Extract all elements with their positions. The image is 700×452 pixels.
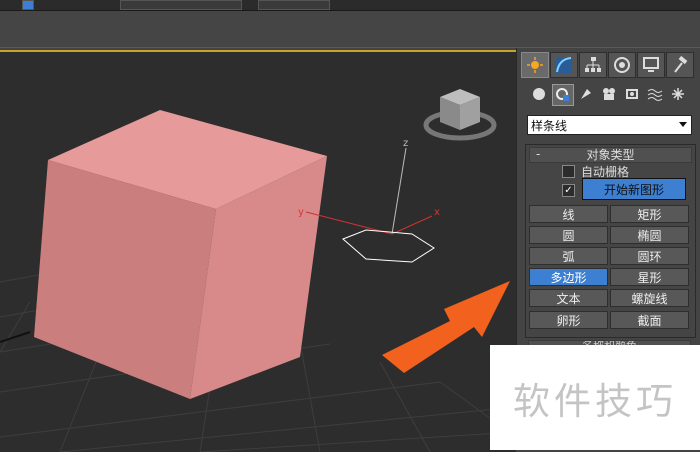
sun-icon — [527, 57, 543, 73]
object-type-rollout: - 对象类型 自动栅格 ✓ 开始新图形 线 矩形 圆 椭圆 弧 圆环 多边形 星… — [525, 144, 696, 338]
category-dropdown[interactable]: 样条线 — [527, 115, 692, 135]
helpers-subcategory[interactable] — [622, 84, 642, 104]
start-new-shape-button[interactable]: 开始新图形 — [582, 178, 686, 200]
shapes-icon — [556, 88, 569, 101]
star-button[interactable]: 星形 — [610, 268, 689, 286]
category-dropdown-value: 样条线 — [531, 119, 568, 133]
object-type-title: 对象类型 — [586, 148, 635, 162]
cameras-subcategory[interactable] — [599, 84, 619, 104]
hierarchy-tab[interactable] — [579, 52, 607, 78]
camera-icon — [603, 88, 615, 100]
x-axis-line — [391, 215, 433, 235]
arc-button[interactable]: 弧 — [529, 247, 608, 265]
wave-icon — [647, 89, 663, 101]
z-axis-line — [391, 147, 407, 235]
toolbar-button[interactable] — [22, 0, 34, 10]
toolbar-dropdown[interactable] — [258, 0, 330, 10]
perspective-viewport[interactable]: z x y — [0, 50, 516, 452]
create-tab[interactable] — [521, 52, 549, 78]
helper-icon — [626, 89, 638, 99]
curve-icon — [556, 57, 572, 73]
hammer-icon — [674, 56, 688, 73]
helix-button[interactable]: 螺旋线 — [610, 289, 689, 307]
sphere-icon — [533, 88, 545, 100]
viewport-scene: z x y — [0, 89, 516, 452]
chevron-down-icon — [679, 122, 687, 127]
motion-icon — [614, 57, 630, 73]
egg-button[interactable]: 卵形 — [529, 311, 608, 329]
watermark-text: 软件技巧 — [513, 379, 677, 423]
motion-tab[interactable] — [608, 52, 636, 78]
z-axis-label: z — [403, 138, 408, 149]
y-axis-label: y — [298, 207, 304, 218]
ribbon — [0, 11, 700, 48]
rectangle-button[interactable]: 矩形 — [610, 205, 689, 223]
auto-grid-checkbox[interactable] — [562, 164, 575, 178]
object-type-rollout-header[interactable]: - 对象类型 — [529, 147, 692, 163]
start-new-shape-checkbox[interactable]: ✓ — [562, 183, 575, 197]
ngon-button[interactable]: 多边形 — [529, 268, 608, 286]
donut-button[interactable]: 圆环 — [610, 247, 689, 265]
section-button[interactable]: 截面 — [610, 311, 689, 329]
space-warps-subcategory[interactable] — [645, 84, 665, 104]
systems-subcategory[interactable] — [668, 84, 688, 104]
ellipse-button[interactable]: 椭圆 — [610, 226, 689, 244]
auto-grid-row: 自动栅格 — [562, 163, 629, 179]
hierarchy-icon — [585, 57, 601, 72]
viewcube[interactable] — [423, 89, 497, 141]
modify-tab[interactable] — [550, 52, 578, 78]
polygon-shape[interactable] — [342, 229, 435, 263]
systems-icon — [672, 88, 684, 100]
toolbar-dropdown[interactable] — [120, 0, 242, 10]
watermark: 软件技巧 — [490, 345, 700, 450]
utilities-tab[interactable] — [666, 52, 694, 78]
shapes-subcategory[interactable] — [552, 84, 574, 106]
text-button[interactable]: 文本 — [529, 289, 608, 307]
display-tab[interactable] — [637, 52, 665, 78]
lights-subcategory[interactable] — [576, 84, 596, 104]
top-toolbar — [0, 0, 700, 11]
start-new-shape-row: ✓ — [562, 182, 581, 198]
circle-button[interactable]: 圆 — [529, 226, 608, 244]
x-axis-label: x — [434, 207, 440, 218]
auto-grid-label: 自动栅格 — [581, 164, 630, 179]
monitor-icon — [643, 57, 659, 72]
line-button[interactable]: 线 — [529, 205, 608, 223]
geometry-subcategory[interactable] — [529, 84, 549, 104]
light-icon — [581, 89, 591, 99]
